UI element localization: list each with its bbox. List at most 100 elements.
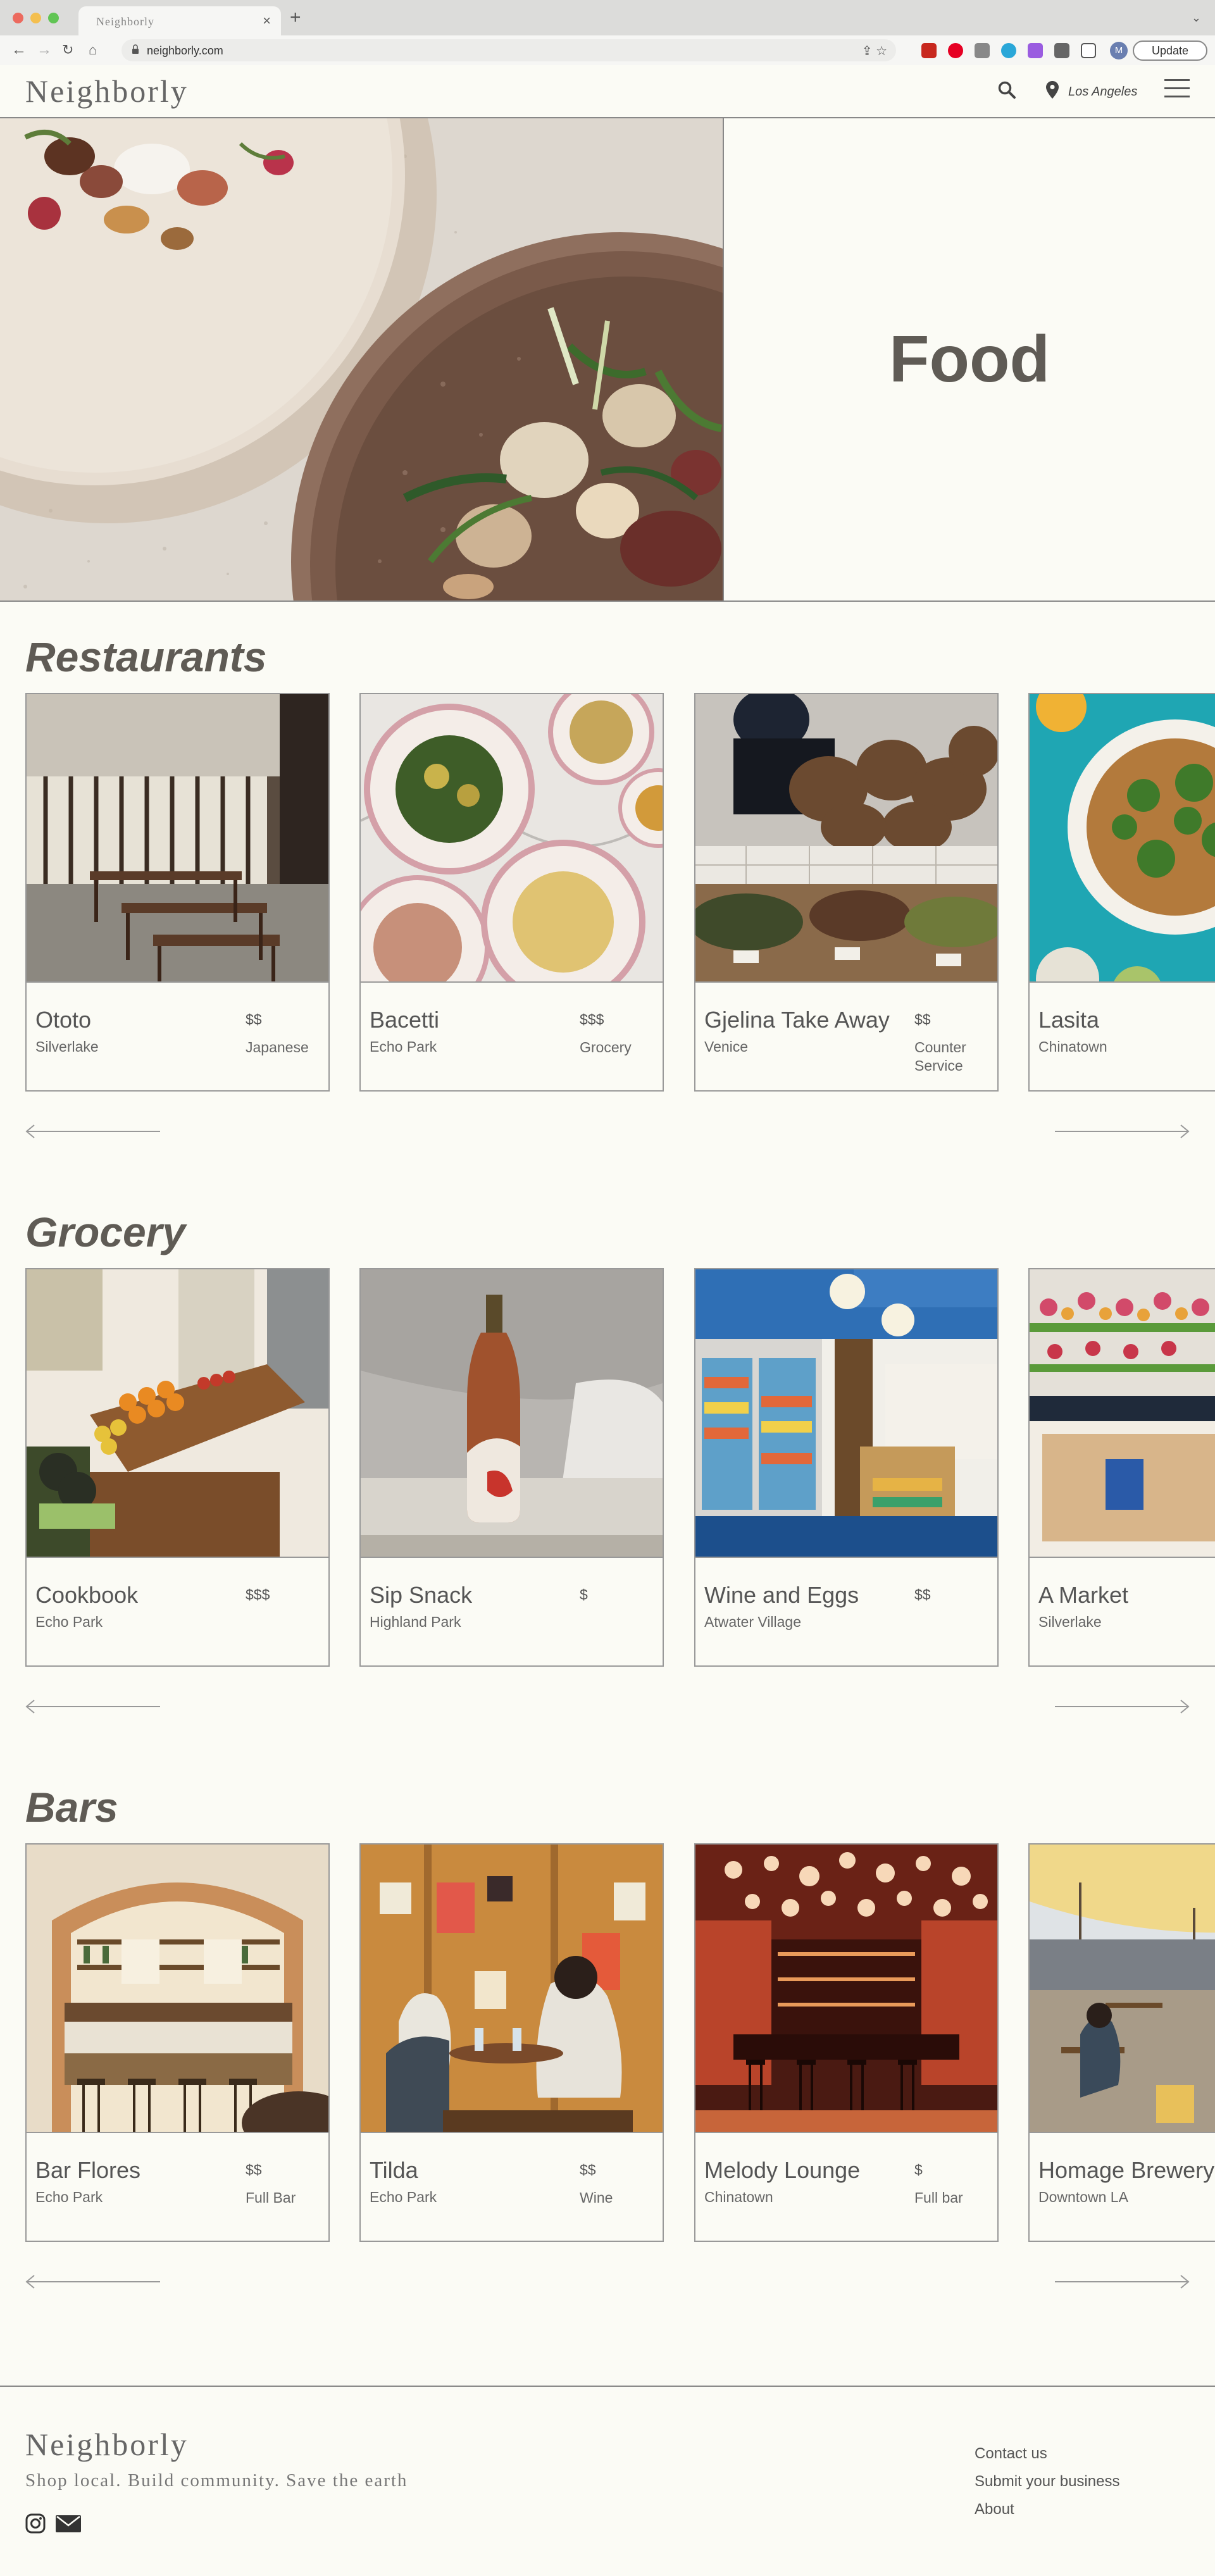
tab-strip: Neighborly × + ⌄ bbox=[0, 0, 1215, 35]
browser-chrome: Neighborly × + ⌄ ← → ↻ ⌂ neighborly.com … bbox=[0, 0, 1215, 65]
card-photo bbox=[27, 1845, 328, 2133]
card-category: Grocery bbox=[580, 1039, 632, 1055]
carousel-next-arrow-icon[interactable] bbox=[1054, 1699, 1190, 1714]
card-name: Sip Snack bbox=[370, 1582, 473, 1608]
bookmark-star-icon[interactable]: ⇪ ☆ bbox=[862, 43, 887, 59]
instagram-icon[interactable] bbox=[25, 2513, 46, 2534]
section-title: Bars bbox=[25, 1784, 118, 1831]
carousel-prev-arrow-icon[interactable] bbox=[25, 1124, 161, 1139]
new-tab-button[interactable]: + bbox=[290, 8, 301, 27]
card-name: Cookbook bbox=[35, 1582, 139, 1608]
mail-icon[interactable] bbox=[54, 2513, 82, 2534]
card-name: Wine and Eggs bbox=[704, 1582, 859, 1608]
business-card[interactable]: Bar Flores Echo Park $$ Full Bar bbox=[25, 1843, 330, 2242]
card-name: Tilda bbox=[370, 2157, 418, 2183]
card-neighborhood: Echo Park bbox=[35, 2189, 103, 2205]
carousel-prev-arrow-icon[interactable] bbox=[25, 2274, 161, 2289]
business-card[interactable]: Wine and Eggs Atwater Village $$ bbox=[694, 1268, 999, 1667]
card-photo bbox=[27, 1269, 328, 1558]
back-arrow-icon[interactable]: ← bbox=[11, 40, 27, 59]
business-card[interactable]: Homage Brewery Downtown LA bbox=[1028, 1843, 1215, 2242]
card-name: Lasita bbox=[1038, 1007, 1100, 1033]
map-pin-icon[interactable] bbox=[1045, 80, 1059, 99]
profile-avatar[interactable]: M bbox=[1110, 42, 1128, 59]
search-icon[interactable] bbox=[997, 80, 1016, 99]
footer-link-submit-business[interactable]: Submit your business bbox=[975, 2473, 1119, 2491]
section-title: Restaurants bbox=[25, 633, 267, 680]
extension-acrobat-icon[interactable] bbox=[921, 43, 937, 58]
address-bar[interactable]: neighborly.com ⇪ ☆ bbox=[122, 39, 896, 61]
hamburger-menu-icon[interactable] bbox=[1164, 79, 1190, 101]
sidebar-toggle-icon[interactable] bbox=[1081, 43, 1096, 58]
business-card[interactable]: Melody Lounge Chinatown $ Full bar bbox=[694, 1843, 999, 2242]
extension-snowflake-icon[interactable] bbox=[1001, 43, 1016, 58]
tab-close-icon[interactable]: × bbox=[263, 13, 271, 29]
card-photo bbox=[361, 1845, 663, 2133]
tab-search-chevron-icon[interactable]: ⌄ bbox=[1192, 11, 1201, 25]
card-category: Japanese bbox=[246, 1039, 309, 1055]
url-text: neighborly.com bbox=[147, 44, 223, 57]
card-price: $$ bbox=[580, 2162, 596, 2178]
lock-icon bbox=[132, 44, 139, 54]
footer-logo[interactable]: Neighborly bbox=[25, 2426, 189, 2463]
card-neighborhood: Echo Park bbox=[35, 1614, 103, 1630]
card-photo bbox=[695, 1845, 997, 2133]
footer-link-contact[interactable]: Contact us bbox=[975, 2445, 1119, 2463]
business-card[interactable]: Lasita Chinatown bbox=[1028, 693, 1215, 1092]
card-price: $$$ bbox=[246, 1586, 270, 1603]
extension-purple-icon[interactable] bbox=[1028, 43, 1043, 58]
carousel-next-arrow-icon[interactable] bbox=[1054, 2274, 1190, 2289]
forward-arrow-icon[interactable]: → bbox=[37, 40, 52, 59]
page-title: Food bbox=[888, 323, 1050, 396]
card-neighborhood: Chinatown bbox=[704, 2189, 773, 2205]
footer-link-about[interactable]: About bbox=[975, 2501, 1119, 2518]
browser-tab[interactable]: Neighborly × bbox=[78, 6, 281, 35]
business-card[interactable]: A Market Silverlake bbox=[1028, 1268, 1215, 1667]
card-neighborhood: Echo Park bbox=[370, 1038, 437, 1055]
extension-camera-icon[interactable] bbox=[975, 43, 990, 58]
card-photo bbox=[1030, 1845, 1215, 2133]
business-card[interactable]: Cookbook Echo Park $$$ bbox=[25, 1268, 330, 1667]
extension-pinterest-icon[interactable] bbox=[948, 43, 963, 58]
card-photo bbox=[361, 694, 663, 983]
carousel-next-arrow-icon[interactable] bbox=[1054, 1124, 1190, 1139]
site-footer: Neighborly Shop local. Build community. … bbox=[0, 2386, 1215, 2576]
card-neighborhood: Echo Park bbox=[370, 2189, 437, 2205]
card-neighborhood: Atwater Village bbox=[704, 1614, 801, 1630]
card-photo bbox=[1030, 1269, 1215, 1558]
update-button[interactable]: Update bbox=[1133, 40, 1207, 61]
browser-toolbar: ← → ↻ ⌂ neighborly.com ⇪ ☆ M Update bbox=[0, 35, 1215, 65]
business-card[interactable]: Bacetti Echo Park $$$ Grocery bbox=[359, 693, 664, 1092]
home-icon[interactable]: ⌂ bbox=[89, 40, 97, 59]
extensions-puzzle-icon[interactable] bbox=[1054, 43, 1069, 58]
location-label[interactable]: Los Angeles bbox=[1068, 85, 1137, 99]
card-name: Homage Brewery bbox=[1038, 2157, 1215, 2183]
site-header: Neighborly Los Angeles bbox=[0, 65, 1215, 118]
carousel-prev-arrow-icon[interactable] bbox=[25, 1699, 161, 1714]
business-card[interactable]: Gjelina Take Away Venice $$ Counter Serv… bbox=[694, 693, 999, 1092]
window-minimize-button[interactable] bbox=[30, 13, 41, 23]
card-name: Melody Lounge bbox=[704, 2157, 861, 2183]
card-category: Full Bar bbox=[246, 2189, 296, 2206]
card-photo bbox=[695, 1269, 997, 1558]
card-category: Full bar bbox=[914, 2189, 963, 2206]
card-price: $$$ bbox=[580, 1011, 604, 1028]
window-close-button[interactable] bbox=[13, 13, 23, 23]
business-card[interactable]: Tilda Echo Park $$ Wine bbox=[359, 1843, 664, 2242]
card-neighborhood: Highland Park bbox=[370, 1614, 461, 1630]
card-photo bbox=[1030, 694, 1215, 983]
card-photo bbox=[27, 694, 328, 983]
site-logo[interactable]: Neighborly bbox=[25, 73, 189, 109]
reload-icon[interactable]: ↻ bbox=[62, 40, 73, 59]
grocery-section: Grocery Cookbook Echo Park $$$ Sip Snack… bbox=[0, 1208, 1215, 1727]
business-card[interactable]: Sip Snack Highland Park $ bbox=[359, 1268, 664, 1667]
grocery-carousel: Cookbook Echo Park $$$ Sip Snack Highlan… bbox=[25, 1268, 1215, 1667]
bars-section: Bars Bar Flores Echo Park $$ Full Bar Ti… bbox=[0, 1783, 1215, 2302]
restaurants-carousel: Ototo Silverlake $$ Japanese Bacetti Ech… bbox=[25, 693, 1215, 1092]
card-name: Ototo bbox=[35, 1007, 92, 1033]
card-price: $ bbox=[580, 1586, 588, 1603]
window-zoom-button[interactable] bbox=[48, 13, 59, 23]
business-card[interactable]: Ototo Silverlake $$ Japanese bbox=[25, 693, 330, 1092]
card-neighborhood: Silverlake bbox=[1038, 1614, 1102, 1630]
card-photo bbox=[361, 1269, 663, 1558]
